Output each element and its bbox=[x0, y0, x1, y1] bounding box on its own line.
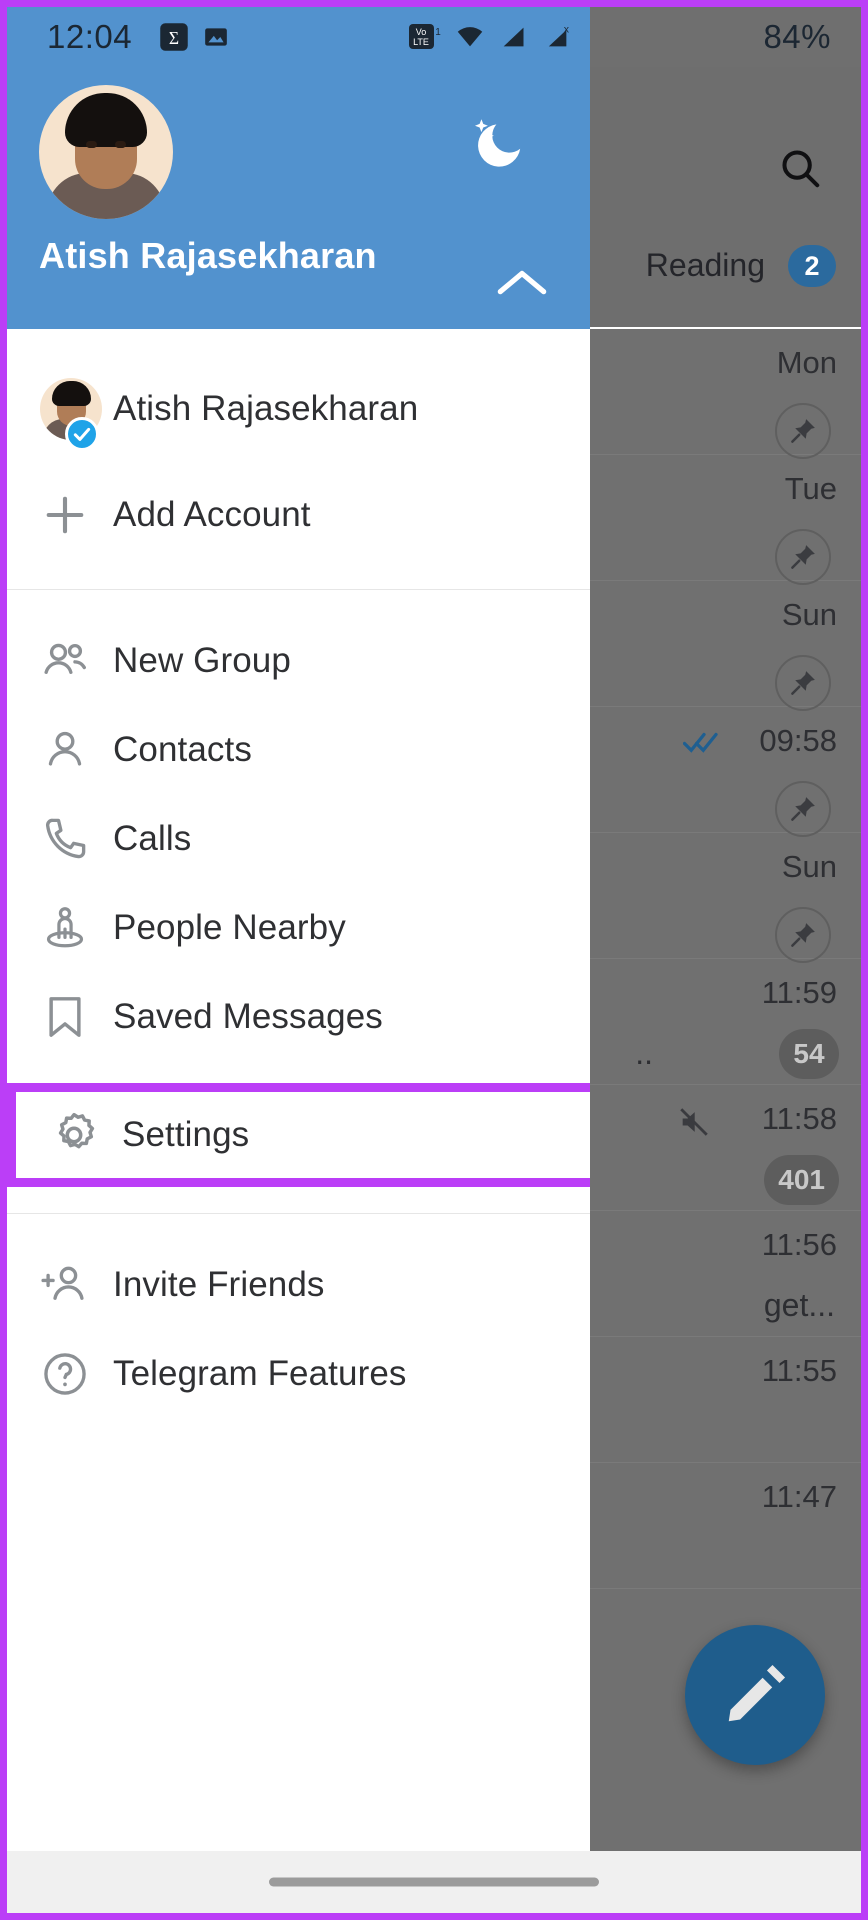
menu-item-telegram-features[interactable]: Telegram Features bbox=[7, 1329, 590, 1418]
moon-icon[interactable] bbox=[460, 103, 538, 181]
plus-icon bbox=[39, 489, 113, 541]
compose-fab-button[interactable] bbox=[685, 1625, 825, 1765]
search-icon[interactable] bbox=[777, 145, 823, 191]
folder-tab-badge: 2 bbox=[788, 245, 836, 287]
spacer-top bbox=[7, 329, 590, 355]
status-bar-system-icons: Vo LTE 1 x bbox=[408, 22, 574, 52]
chat-row-snippet: .. bbox=[635, 1035, 653, 1071]
profile-name: Atish Rajasekharan bbox=[39, 235, 377, 276]
menu-item-label: Atish Rajasekharan bbox=[113, 389, 419, 428]
status-bar-notification-icons: Σ bbox=[159, 22, 229, 52]
signal-x-icon: x bbox=[548, 23, 570, 47]
gear-icon bbox=[48, 1109, 122, 1161]
menu-item-label: People Nearby bbox=[113, 907, 346, 947]
status-bar: 12:04 Σ Vo LTE 1 x bbox=[7, 7, 590, 67]
battery-percentage: 84% bbox=[763, 18, 831, 55]
menu-item-account[interactable]: Atish Rajasekharan bbox=[7, 355, 590, 463]
people-group-icon bbox=[39, 635, 113, 687]
avatar-eye-right bbox=[115, 141, 126, 148]
avatar-hair bbox=[65, 93, 147, 147]
menu-item-label: Contacts bbox=[113, 729, 252, 769]
pin-icon bbox=[775, 655, 831, 711]
status-bar-clock: 12:04 bbox=[47, 18, 133, 55]
spacer-before-settings bbox=[7, 1061, 590, 1083]
svg-text:1: 1 bbox=[435, 27, 441, 38]
svg-text:x: x bbox=[564, 23, 570, 35]
menu-item-label: Saved Messages bbox=[113, 996, 383, 1036]
profile-avatar[interactable] bbox=[39, 85, 173, 219]
spacer-after-settings bbox=[7, 1187, 590, 1213]
folder-tab-reading[interactable]: Reading bbox=[646, 247, 765, 284]
unread-count-badge: 54 bbox=[779, 1029, 839, 1079]
system-navigation-bar bbox=[7, 1851, 861, 1913]
menu-item-label: Invite Friends bbox=[113, 1264, 325, 1304]
volte-icon: Vo LTE 1 bbox=[409, 24, 441, 49]
avatar-eye-left bbox=[86, 141, 97, 148]
chat-row-time: 11:56 bbox=[761, 1227, 837, 1262]
image-notification-icon bbox=[205, 28, 227, 46]
pin-icon bbox=[775, 403, 831, 459]
signal-bar-icon bbox=[503, 27, 524, 47]
chevron-up-icon[interactable] bbox=[482, 247, 562, 319]
bookmark-icon bbox=[39, 991, 113, 1043]
menu-item-label: Add Account bbox=[113, 495, 311, 534]
drawer-menu: Atish Rajasekharan Add Account New Group… bbox=[7, 329, 590, 1418]
menu-item-settings[interactable]: Settings bbox=[16, 1092, 590, 1178]
menu-item-invite-friends[interactable]: Invite Friends bbox=[7, 1240, 590, 1329]
chat-row-time: Mon bbox=[776, 345, 837, 380]
person-icon bbox=[39, 724, 113, 776]
menu-item-add-account[interactable]: Add Account bbox=[7, 463, 590, 567]
spacer-before-divider bbox=[7, 567, 590, 589]
menu-item-saved-messages[interactable]: Saved Messages bbox=[7, 972, 590, 1061]
pin-icon bbox=[775, 529, 831, 585]
mute-icon bbox=[677, 1105, 711, 1144]
svg-text:LTE: LTE bbox=[413, 37, 429, 47]
spacer-after-divider bbox=[7, 590, 590, 616]
question-circle-icon bbox=[39, 1348, 113, 1400]
svg-text:Vo: Vo bbox=[416, 27, 427, 37]
svg-text:Σ: Σ bbox=[169, 28, 179, 48]
chat-row-time: 11:58 bbox=[761, 1101, 837, 1136]
menu-item-label: Telegram Features bbox=[113, 1353, 407, 1393]
people-nearby-icon bbox=[39, 902, 113, 954]
phone-icon bbox=[39, 813, 113, 865]
chat-row-time: Sun bbox=[781, 597, 837, 632]
wifi-icon bbox=[457, 27, 483, 47]
pin-icon bbox=[775, 907, 831, 963]
menu-item-label: New Group bbox=[113, 640, 291, 680]
account-avatar-hair bbox=[52, 381, 91, 406]
menu-item-people-nearby[interactable]: People Nearby bbox=[7, 883, 590, 972]
menu-item-calls[interactable]: Calls bbox=[7, 794, 590, 883]
menu-item-label: Calls bbox=[113, 818, 192, 858]
chat-row-time: 11:59 bbox=[761, 975, 837, 1010]
chat-row-time: Sun bbox=[781, 849, 837, 884]
chat-row-time: 09:58 bbox=[759, 723, 837, 758]
menu-item-label: Settings bbox=[122, 1115, 250, 1154]
chat-row-time: 11:55 bbox=[761, 1353, 837, 1388]
double-check-icon bbox=[682, 729, 725, 760]
spacer-before-footer bbox=[7, 1214, 590, 1240]
menu-item-contacts[interactable]: Contacts bbox=[7, 705, 590, 794]
phone-screen: 84% Reading 2 Mon Tue Sun 09:58 Sun 11:59 54..… bbox=[0, 0, 868, 1920]
settings-highlight-box: Settings bbox=[7, 1083, 590, 1187]
sigma-notification-icon: Σ bbox=[160, 23, 188, 51]
verified-check-icon bbox=[65, 417, 99, 451]
chat-row-snippet: get... bbox=[763, 1287, 835, 1323]
nav-gesture-handle[interactable] bbox=[269, 1877, 599, 1887]
unread-count-badge: 401 bbox=[764, 1155, 839, 1205]
menu-item-new-group[interactable]: New Group bbox=[7, 616, 590, 705]
pin-icon bbox=[775, 781, 831, 837]
settings-inner: Settings bbox=[16, 1092, 590, 1178]
navigation-drawer: 12:04 Σ Vo LTE 1 x Atish Rajasekharan At… bbox=[7, 7, 590, 1851]
person-add-icon bbox=[39, 1259, 113, 1311]
chat-row-time: 11:47 bbox=[761, 1479, 837, 1514]
chat-row-time: Tue bbox=[784, 471, 837, 506]
drawer-profile-header: 12:04 Σ Vo LTE 1 x Atish Rajasekharan bbox=[7, 7, 590, 329]
